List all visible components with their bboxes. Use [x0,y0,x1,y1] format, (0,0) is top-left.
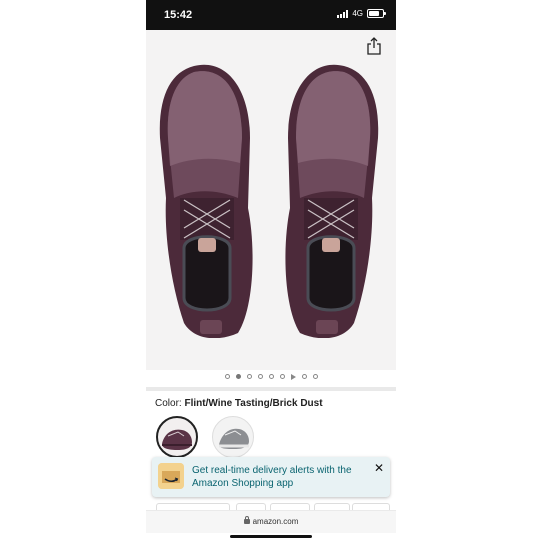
signal-icon [337,9,349,18]
carousel-dot[interactable] [246,374,252,379]
url-display[interactable]: amazon.com [146,516,396,526]
color-swatch-selected[interactable] [156,416,198,458]
phone-screen: 15:42 4G Color: Flint/Wine Tasting/Brick… [146,0,396,543]
shoe-right-image [285,64,379,338]
network-type: 4G [352,9,363,18]
color-swatch-grey[interactable] [212,416,254,458]
carousel-dot[interactable] [257,374,263,379]
swatch-shoe-wine-image [162,429,192,450]
battery-fill [369,11,379,16]
section-divider [146,387,396,391]
play-video-icon[interactable] [290,374,296,380]
color-value: Flint/Wine Tasting/Brick Dust [184,398,323,409]
share-icon[interactable] [366,37,382,55]
home-indicator[interactable] [230,535,312,538]
shoe-left-image [159,64,253,338]
carousel-dot[interactable] [224,374,230,379]
close-icon[interactable]: ✕ [374,461,384,475]
status-bar: 15:42 4G [146,0,396,30]
swatch-shoe-grey-image [219,428,249,449]
amazon-app-icon [158,463,184,489]
carousel-dot[interactable] [301,374,307,379]
carousel-dot[interactable] [279,374,285,379]
carousel-dot-active[interactable] [235,374,241,379]
lock-icon [243,516,250,524]
battery-icon [367,9,386,18]
status-indicators: 4G [337,9,386,18]
status-time: 15:42 [164,9,193,21]
product-image[interactable] [146,30,396,370]
browser-url-bar[interactable]: amazon.com [146,510,396,533]
banner-message: Get real-time delivery alerts with the A… [192,465,352,489]
app-promo-banner[interactable]: Get real-time delivery alerts with the A… [152,457,390,497]
url-text: amazon.com [252,517,299,526]
color-label-row: Color: Flint/Wine Tasting/Brick Dust [155,398,323,409]
image-carousel-dots[interactable] [146,374,396,380]
carousel-dot[interactable] [268,374,274,379]
color-label: Color: [155,398,182,409]
carousel-dot[interactable] [312,374,318,379]
